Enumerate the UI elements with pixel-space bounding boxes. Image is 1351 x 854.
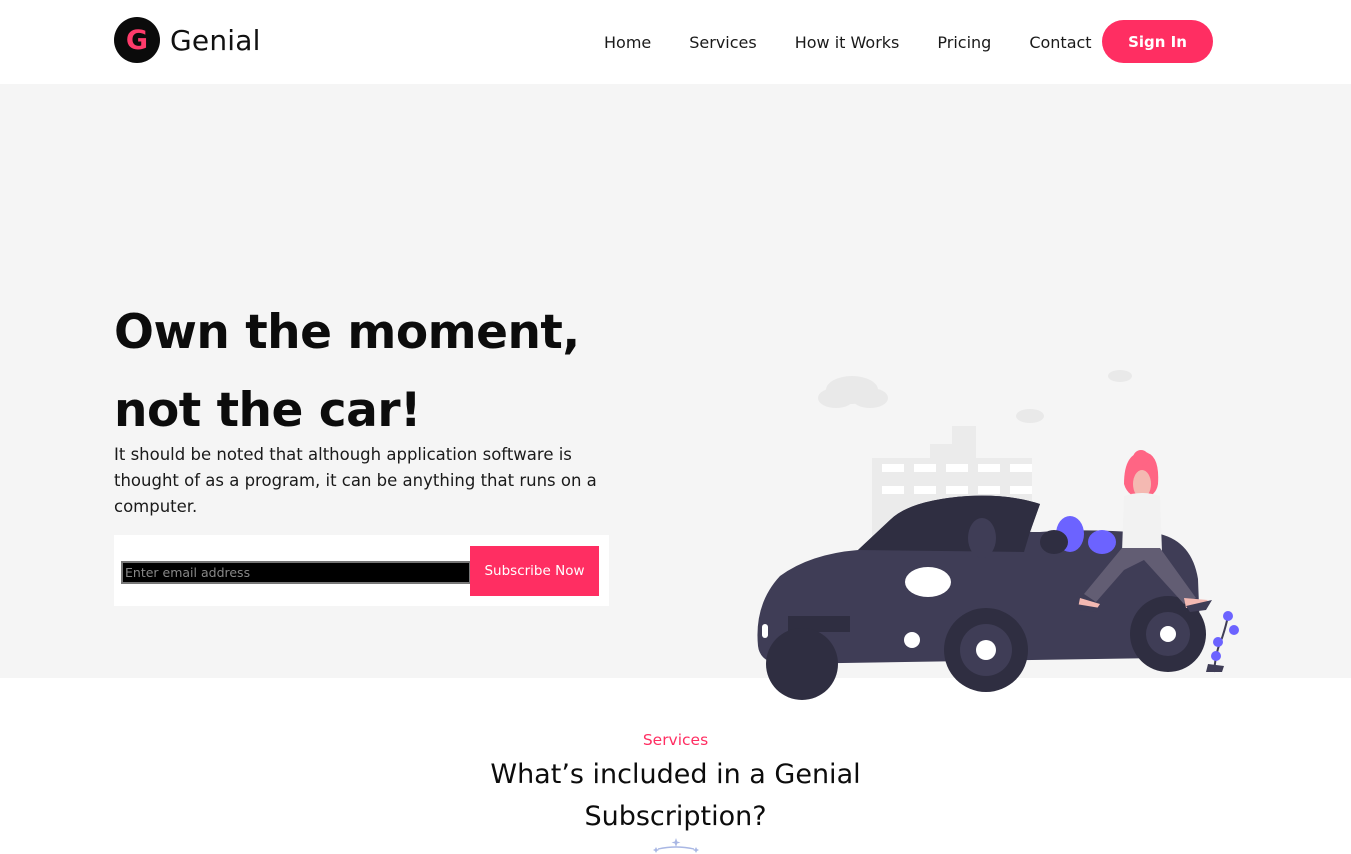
site-header: G Genial Home Services How it Works Pric… <box>0 0 1351 84</box>
brand-name: Genial <box>170 23 261 57</box>
nav-item-home[interactable]: Home <box>604 33 651 52</box>
hero-title-line-1: Own the moment, <box>114 305 580 360</box>
hero-title-line-2: not the car! <box>114 383 421 438</box>
services-kicker: Services <box>642 731 709 749</box>
logo-mark-icon: G <box>114 17 160 63</box>
services-title: What’s included in a Genial Subscription… <box>490 759 861 832</box>
car-with-woman-illustration-icon <box>757 370 1239 700</box>
subscribe-button[interactable]: Subscribe Now <box>470 546 599 596</box>
hero-section: Own the moment, not the car! It should b… <box>0 84 1351 700</box>
logo-initial: G <box>125 24 149 56</box>
nav-item-how-it-works[interactable]: How it Works <box>795 33 900 52</box>
subscribe-form: Subscribe Now <box>114 535 609 606</box>
hero-title: Own the moment, not the car! <box>114 294 674 450</box>
nav-item-pricing[interactable]: Pricing <box>937 33 991 52</box>
hero-description: It should be noted that although applica… <box>114 445 597 516</box>
nav-item-contact[interactable]: Contact <box>1029 33 1091 52</box>
nav-item-services[interactable]: Services <box>689 33 756 52</box>
sign-in-button[interactable]: Sign In <box>1102 20 1213 63</box>
email-input[interactable] <box>121 561 471 584</box>
main-nav: Home Services How it Works Pricing Conta… <box>604 20 1104 64</box>
sparkle-divider-icon <box>653 838 699 853</box>
brand-logo[interactable]: G Genial <box>114 17 261 63</box>
